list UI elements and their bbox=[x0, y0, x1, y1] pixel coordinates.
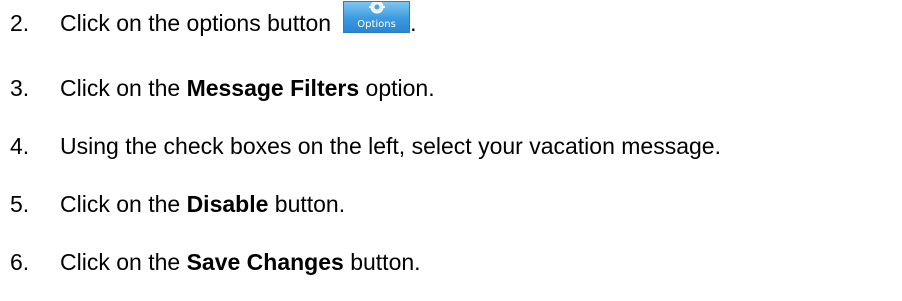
step-bold-term: Disable bbox=[186, 191, 269, 217]
step-text-end: . bbox=[410, 10, 417, 36]
step-number: 5. bbox=[10, 191, 30, 217]
step-3: 3. Click on the Message Filters option. bbox=[10, 73, 435, 103]
step-text: Using the check boxes on the left, selec… bbox=[60, 133, 721, 159]
step-4: 4. Using the check boxes on the left, sel… bbox=[10, 131, 721, 161]
step-text-end: option. bbox=[359, 75, 435, 101]
step-number: 4. bbox=[10, 133, 30, 159]
step-bold-term: Save Changes bbox=[186, 249, 344, 275]
step-number: 6. bbox=[10, 249, 30, 275]
step-number: 3. bbox=[10, 75, 30, 101]
gear-icon bbox=[369, 2, 386, 14]
step-text: Click on the options button bbox=[60, 10, 332, 36]
step-bold-term: Message Filters bbox=[186, 75, 360, 101]
options-button-label: Options bbox=[357, 19, 396, 30]
step-text-end: button. bbox=[343, 249, 421, 275]
step-6: 6. Click on the Save Changes button. bbox=[10, 247, 421, 277]
step-text-end: button. bbox=[268, 191, 346, 217]
step-text: Click on the bbox=[60, 75, 187, 101]
step-5: 5. Click on the Disable button. bbox=[10, 189, 345, 219]
step-number: 2. bbox=[10, 10, 30, 36]
step-text: Click on the bbox=[60, 249, 187, 275]
instruction-steps: 2. Click on the options button Options . … bbox=[0, 0, 902, 301]
step-2: 2. Click on the options button Options . bbox=[10, 1, 417, 38]
step-text: Click on the bbox=[60, 191, 187, 217]
options-button[interactable]: Options bbox=[343, 1, 411, 33]
